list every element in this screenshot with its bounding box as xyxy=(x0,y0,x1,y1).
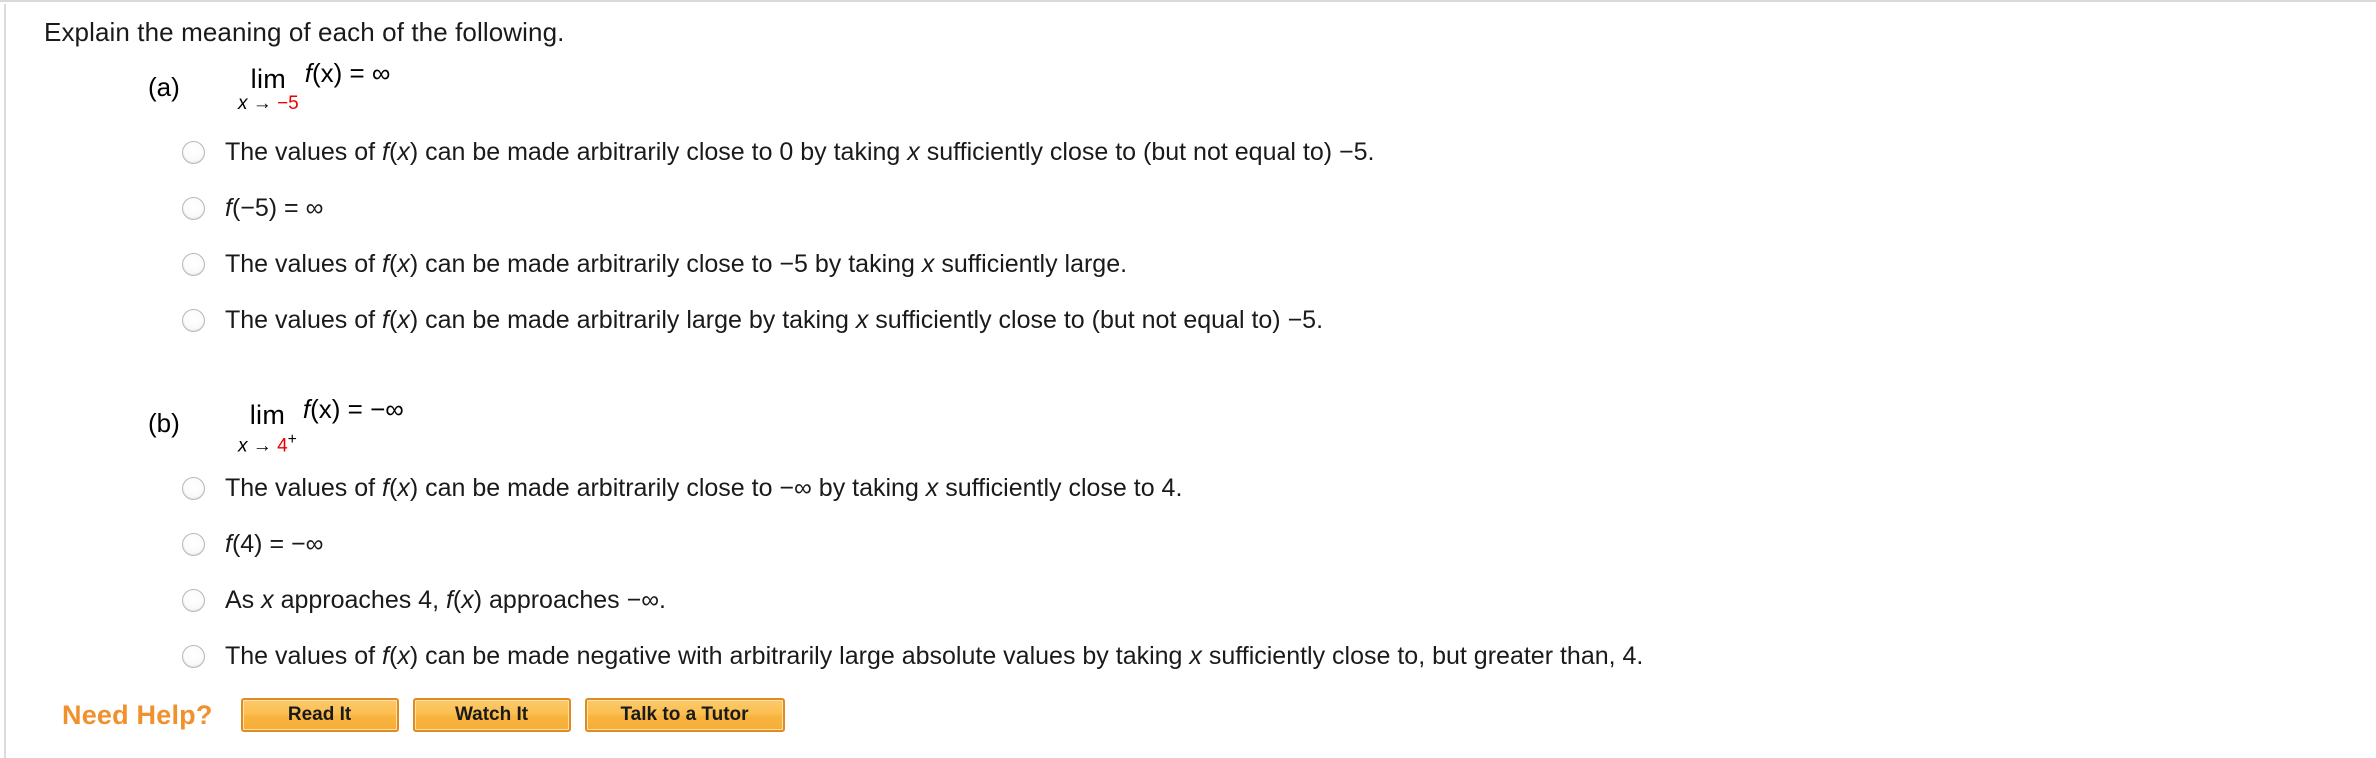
part-b-limit-expression: lim x → 4+ f(x) = −∞ xyxy=(238,394,404,456)
question-page: Explain the meaning of each of the follo… xyxy=(0,0,2376,758)
part-b-limit-word: lim xyxy=(249,400,286,430)
option-label: The values of f(x) can be made negative … xyxy=(225,642,1644,670)
radio-button-icon[interactable] xyxy=(182,308,205,332)
radio-button-icon[interactable] xyxy=(182,644,205,668)
read-it-button[interactable]: Read It xyxy=(240,698,399,732)
option-label: The values of f(x) can be made arbitrari… xyxy=(225,306,1324,334)
talk-to-a-tutor-button[interactable]: Talk to a Tutor xyxy=(584,698,785,732)
watch-it-button[interactable]: Watch It xyxy=(412,698,571,732)
part-a-limit-subscript: x → −5 xyxy=(238,94,299,114)
part-a-limit-sub-variable: x xyxy=(238,93,248,114)
option-row[interactable]: The values of f(x) can be made arbitrari… xyxy=(182,124,2334,180)
part-b-label: (b) xyxy=(148,408,180,438)
part-a-limit-body-rest: (x) = ∞ xyxy=(311,58,391,88)
option-label: The values of f(x) can be made arbitrari… xyxy=(225,474,1183,502)
question-part-a: (a) lim x → −5 f(x) = ∞ The values of f(… xyxy=(44,58,2334,348)
part-b-limit-body-rest: (x) = −∞ xyxy=(310,394,404,424)
radio-button-icon[interactable] xyxy=(182,588,205,612)
radio-button-icon[interactable] xyxy=(182,532,205,556)
part-a-options: The values of f(x) can be made arbitrari… xyxy=(44,124,2334,348)
part-b-limit-sub-variable: x xyxy=(238,435,248,457)
part-b-limit-sub-arrow: → xyxy=(252,435,272,457)
question-content: Explain the meaning of each of the follo… xyxy=(44,16,2334,688)
option-row[interactable]: The values of f(x) can be made arbitrari… xyxy=(182,460,2334,516)
part-b-limit-sub-superscript: + xyxy=(287,431,297,448)
part-b-limit-body: f(x) = −∞ xyxy=(303,394,404,425)
part-b-options: The values of f(x) can be made arbitrari… xyxy=(44,460,2334,684)
option-row[interactable]: f(−5) = ∞ xyxy=(182,180,2334,236)
part-a-limit-body: f(x) = ∞ xyxy=(305,58,391,89)
part-a-limit-function: f xyxy=(304,58,312,88)
option-label: The values of f(x) can be made arbitrari… xyxy=(225,250,1128,278)
need-help-footer: Need Help? Read It Watch It Talk to a Tu… xyxy=(62,698,799,732)
radio-button-icon[interactable] xyxy=(182,196,205,220)
option-row[interactable]: The values of f(x) can be made negative … xyxy=(182,628,2334,684)
part-b-limit-sub-target: 4 xyxy=(277,435,288,457)
option-row[interactable]: f(4) = −∞ xyxy=(182,516,2334,572)
left-border-rule xyxy=(4,4,6,758)
option-row[interactable]: The values of f(x) can be made arbitrari… xyxy=(182,292,2334,348)
part-a-label: (a) xyxy=(148,72,180,102)
option-row[interactable]: The values of f(x) can be made arbitrari… xyxy=(182,236,2334,292)
part-b-header: (b) lim x → 4+ f(x) = −∞ xyxy=(148,394,2334,460)
part-b-limit-operator: lim x → 4+ xyxy=(238,402,297,456)
part-a-limit-operator: lim x → −5 xyxy=(238,66,299,114)
part-b-limit-subscript: x → 4+ xyxy=(238,430,297,456)
radio-button-icon[interactable] xyxy=(182,476,205,500)
part-a-limit-expression: lim x → −5 f(x) = ∞ xyxy=(238,58,390,114)
need-help-label: Need Help? xyxy=(62,699,213,730)
question-prompt: Explain the meaning of each of the follo… xyxy=(44,17,565,47)
option-label: f(4) = −∞ xyxy=(225,530,324,558)
part-a-header: (a) lim x → −5 f(x) = ∞ xyxy=(148,58,2334,124)
part-a-limit-sub-arrow: → xyxy=(252,93,272,114)
radio-button-icon[interactable] xyxy=(182,140,205,164)
question-part-b: (b) lim x → 4+ f(x) = −∞ The values of f… xyxy=(44,394,2334,684)
part-a-limit-sub-target: −5 xyxy=(277,93,299,114)
radio-button-icon[interactable] xyxy=(182,252,205,276)
option-label: f(−5) = ∞ xyxy=(225,194,324,222)
option-row[interactable]: As x approaches 4, f(x) approaches −∞. xyxy=(182,572,2334,628)
part-a-limit-word: lim xyxy=(250,64,287,94)
option-label: The values of f(x) can be made arbitrari… xyxy=(225,138,1375,166)
option-label: As x approaches 4, f(x) approaches −∞. xyxy=(225,586,666,614)
